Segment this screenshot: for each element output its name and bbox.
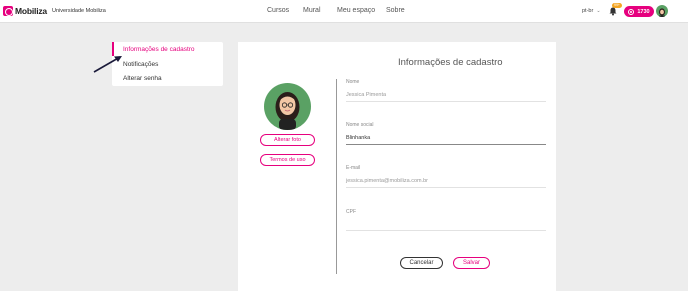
profile-menu: Informações de cadastro Notificações Alt… bbox=[112, 42, 223, 86]
nav-sobre[interactable]: Sobre bbox=[386, 7, 405, 14]
points-badge[interactable]: 1730 bbox=[624, 6, 654, 17]
divider bbox=[336, 79, 337, 274]
cpf-field-underline bbox=[346, 230, 546, 231]
notification-badge: 99+ bbox=[612, 3, 622, 8]
menu-item-alterar-senha[interactable]: Alterar senha bbox=[123, 75, 162, 82]
name-field[interactable]: Jessica Pimenta bbox=[346, 92, 386, 98]
nav-cursos[interactable]: Cursos bbox=[267, 7, 289, 14]
profile-avatar-icon bbox=[275, 92, 300, 130]
nav-mural[interactable]: Mural bbox=[303, 7, 321, 14]
change-photo-button[interactable]: Alterar foto bbox=[260, 134, 315, 146]
language-label: pt-br bbox=[582, 8, 594, 14]
profile-card: Informações de cadastro Alterar foto Ter… bbox=[238, 42, 556, 291]
points-value: 1730 bbox=[637, 8, 650, 15]
nav-meu-espaco[interactable]: Meu espaço bbox=[337, 7, 375, 14]
pointer-arrow-icon bbox=[93, 56, 122, 73]
mobiliza-logo[interactable]: Mobiliza bbox=[3, 6, 47, 16]
menu-item-notificacoes[interactable]: Notificações bbox=[123, 61, 158, 68]
name-label: Nome bbox=[346, 79, 360, 85]
name-field-underline bbox=[346, 101, 546, 102]
social-name-field[interactable]: Blinhanka bbox=[346, 135, 370, 141]
organization-name: Universidade Mobiliza bbox=[52, 8, 106, 14]
cpf-label: CPF bbox=[346, 209, 356, 215]
email-label: E-mail bbox=[346, 165, 361, 171]
coin-icon bbox=[628, 8, 635, 15]
menu-item-informacoes-cadastro[interactable]: Informações de cadastro bbox=[123, 46, 195, 53]
social-name-label: Nome social bbox=[346, 122, 374, 128]
terms-of-use-button[interactable]: Termos de uso bbox=[260, 154, 315, 166]
language-selector[interactable]: pt-br ⌄ bbox=[582, 8, 601, 14]
user-avatar[interactable] bbox=[656, 5, 668, 17]
cancel-button[interactable]: Cancelar bbox=[400, 257, 443, 269]
chevron-down-icon: ⌄ bbox=[596, 8, 601, 14]
logo-text: Mobiliza bbox=[15, 6, 47, 16]
page-title: Informações de cadastro bbox=[398, 57, 503, 68]
email-field[interactable]: jessica.pimenta@mobiliza.com.br bbox=[346, 178, 428, 184]
social-name-field-underline bbox=[346, 144, 546, 145]
user-avatar-icon bbox=[659, 8, 665, 17]
profile-photo bbox=[264, 83, 311, 130]
top-bar: Mobiliza Universidade Mobiliza Cursos Mu… bbox=[0, 0, 688, 23]
save-button[interactable]: Salvar bbox=[453, 257, 490, 269]
logo-mark-icon bbox=[3, 6, 13, 16]
email-field-underline bbox=[346, 187, 546, 188]
